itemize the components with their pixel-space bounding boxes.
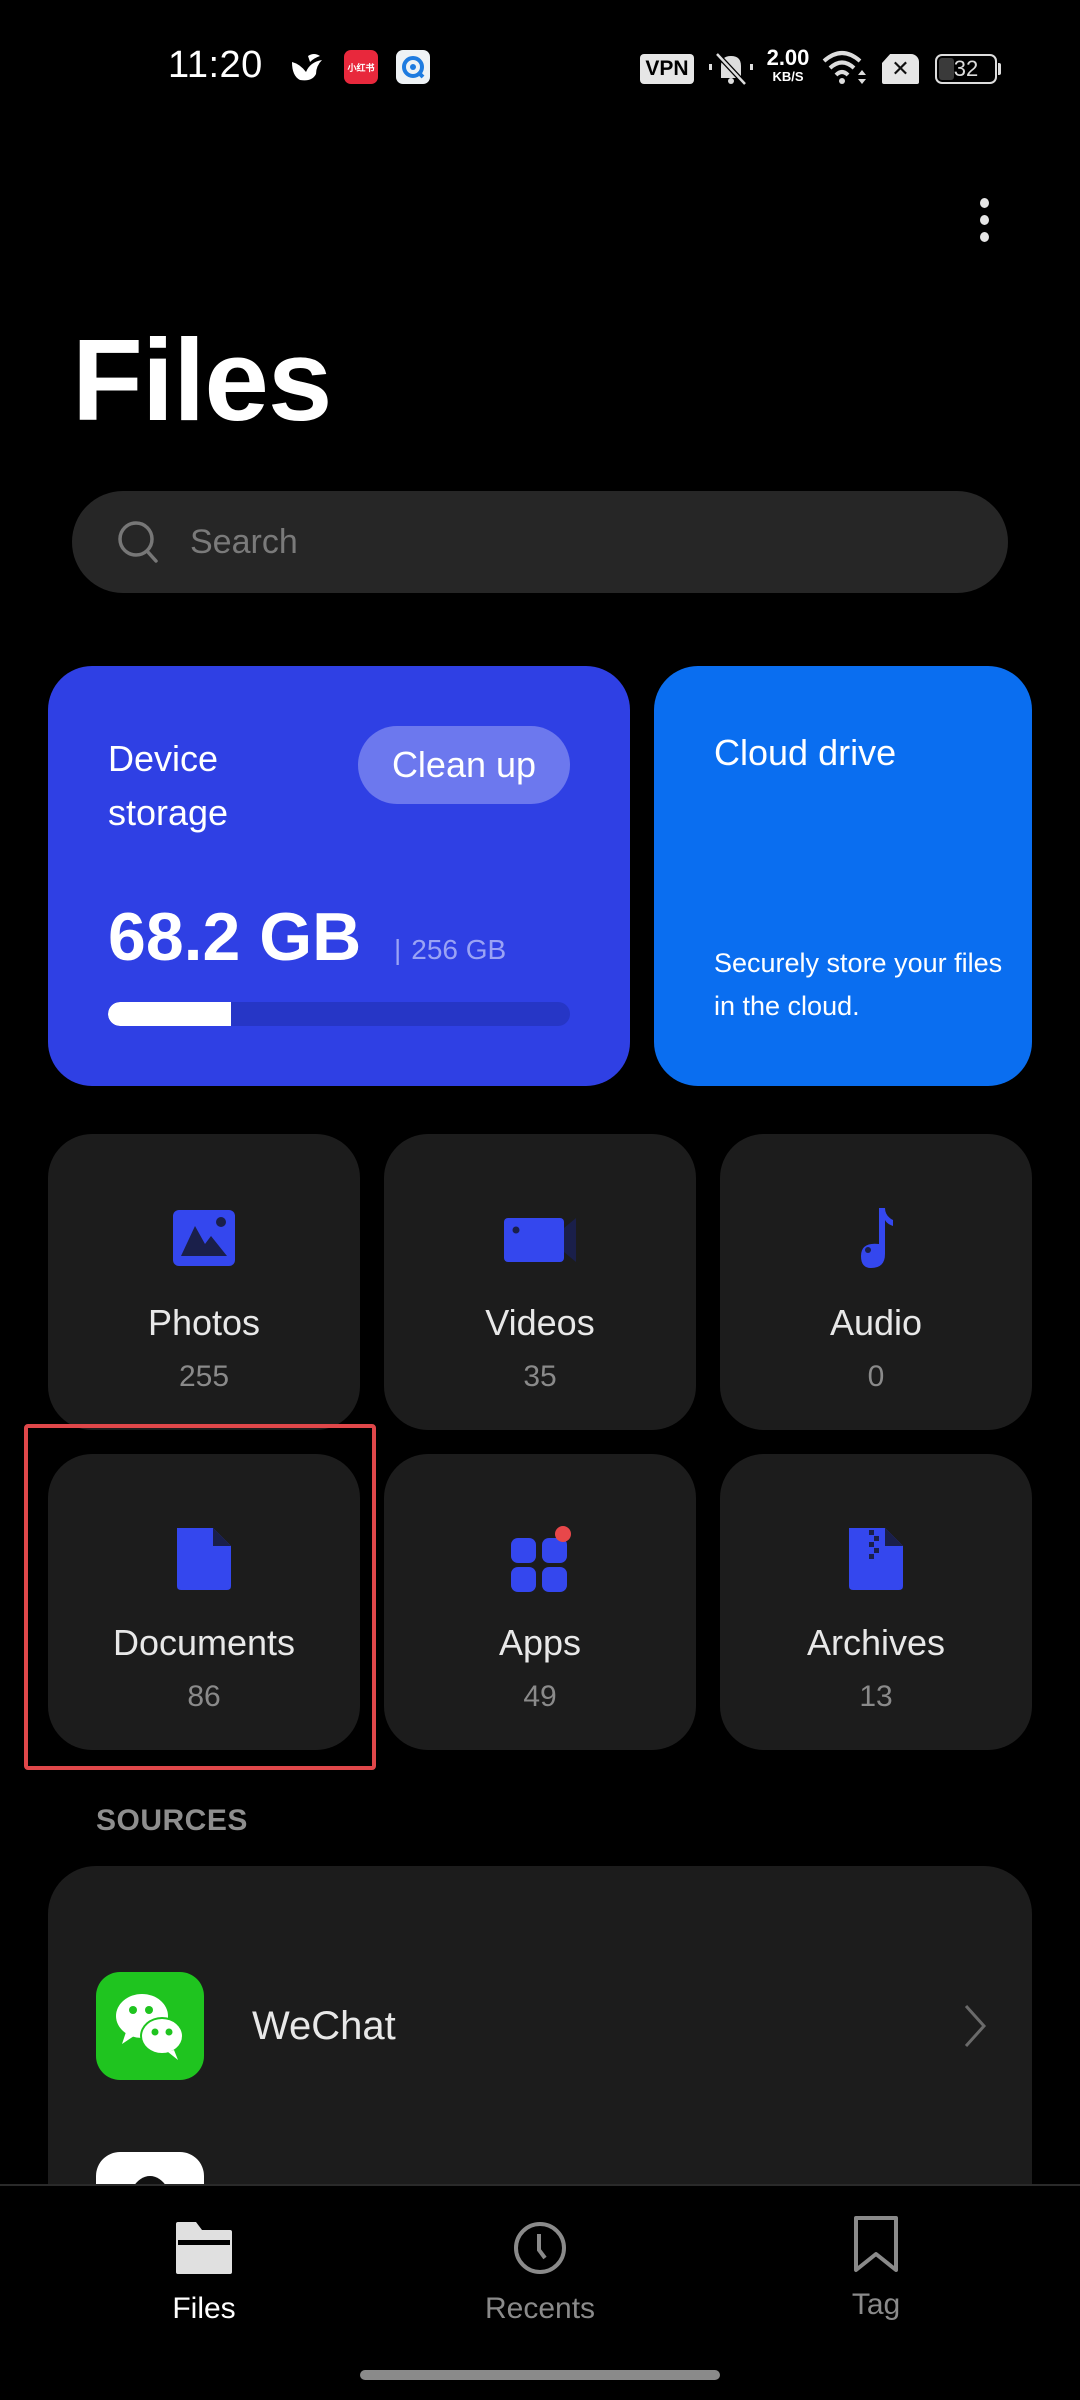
more-options-button[interactable] bbox=[966, 190, 1002, 250]
wifi-icon bbox=[822, 49, 868, 87]
cloud-drive-card[interactable]: Cloud drive Securely store your files in… bbox=[654, 666, 1032, 1086]
battery-tip bbox=[998, 63, 1001, 75]
archive-icon bbox=[849, 1528, 903, 1590]
storage-progress-bar bbox=[108, 1002, 570, 1026]
search-input[interactable] bbox=[190, 522, 890, 562]
device-storage-card[interactable]: Device storage Clean up 68.2 GB | 256 GB bbox=[48, 666, 630, 1086]
home-indicator[interactable] bbox=[360, 2370, 720, 2380]
category-apps[interactable]: Apps 49 bbox=[384, 1454, 696, 1750]
storage-progress-fill bbox=[108, 1002, 231, 1026]
storage-separator: | bbox=[394, 934, 402, 965]
q-message-icon bbox=[396, 50, 430, 84]
category-count: 35 bbox=[523, 1360, 557, 1393]
cloud-drive-title: Cloud drive bbox=[714, 732, 897, 773]
category-label: Videos bbox=[485, 1302, 595, 1343]
chevron-right-icon bbox=[964, 2004, 987, 2048]
category-archives[interactable]: Archives 13 bbox=[720, 1454, 1032, 1750]
category-label: Photos bbox=[147, 1302, 261, 1343]
folder-icon bbox=[176, 2222, 232, 2274]
search-icon bbox=[118, 521, 158, 563]
storage-used: 68.2 GB bbox=[108, 899, 362, 975]
source-name: WeChat bbox=[252, 2003, 396, 2048]
network-speed: 2.00 KB/S bbox=[766, 45, 810, 84]
status-bar: 11:20 小红书 VPN 2.00 KB/S ✕ 32 bbox=[0, 0, 1080, 140]
category-count: 13 bbox=[859, 1680, 893, 1713]
bookmark-icon bbox=[854, 2216, 898, 2272]
clean-up-button[interactable]: Clean up bbox=[358, 726, 570, 804]
nav-tab-recents[interactable]: Recents bbox=[440, 2186, 640, 2326]
video-icon bbox=[504, 1218, 576, 1262]
more-dot-icon bbox=[979, 198, 989, 208]
wechat-icon bbox=[96, 1972, 204, 2080]
document-icon bbox=[177, 1528, 231, 1590]
nav-tab-tag[interactable]: Tag bbox=[776, 2186, 976, 2326]
more-dot-icon bbox=[979, 232, 989, 242]
battery-icon: 32 bbox=[935, 54, 997, 84]
storage-total: 256 GB bbox=[411, 934, 507, 965]
clock-icon bbox=[514, 2222, 566, 2274]
category-count: 86 bbox=[187, 1680, 221, 1713]
nav-label: Tag bbox=[851, 2288, 901, 2321]
category-label: Audio bbox=[829, 1302, 923, 1343]
category-label: Archives bbox=[806, 1622, 946, 1663]
category-count: 49 bbox=[523, 1680, 557, 1713]
cloud-drive-description: Securely store your files in the cloud. bbox=[714, 948, 1003, 1021]
bottom-navigation: Files Recents Tag bbox=[0, 2184, 1080, 2400]
category-count: 0 bbox=[867, 1360, 885, 1393]
nav-label: Files bbox=[172, 2292, 236, 2325]
search-bar[interactable] bbox=[72, 491, 1008, 593]
apps-notification-badge bbox=[555, 1526, 571, 1542]
battery-fill bbox=[939, 58, 954, 80]
xiaohongshu-icon: 小红书 bbox=[344, 50, 378, 84]
vpn-icon: VPN bbox=[640, 54, 694, 84]
silent-bell-icon bbox=[707, 48, 755, 88]
nav-tab-files[interactable]: Files bbox=[104, 2186, 304, 2326]
more-dot-icon bbox=[979, 215, 989, 225]
category-photos[interactable]: Photos 255 bbox=[48, 1134, 360, 1430]
music-note-icon bbox=[861, 1208, 893, 1268]
sources-section-label: SOURCES bbox=[96, 1804, 248, 1837]
category-count: 255 bbox=[178, 1360, 230, 1393]
category-documents[interactable]: Documents 86 bbox=[48, 1454, 360, 1750]
no-sim-icon: ✕ bbox=[882, 54, 919, 84]
category-label: Apps bbox=[498, 1622, 582, 1663]
source-item-wechat[interactable]: WeChat bbox=[48, 1936, 1032, 2116]
device-storage-title: Device storage bbox=[108, 738, 229, 833]
category-label: Documents bbox=[112, 1622, 296, 1663]
storage-total-wrap: | 256 GB bbox=[394, 934, 506, 966]
category-audio[interactable]: Audio 0 bbox=[720, 1134, 1032, 1430]
category-videos[interactable]: Videos 35 bbox=[384, 1134, 696, 1430]
page-title: Files bbox=[72, 315, 332, 445]
status-time: 11:20 bbox=[168, 44, 263, 86]
nav-label: Recents bbox=[484, 2292, 596, 2325]
photo-icon bbox=[173, 1210, 235, 1266]
apps-icon bbox=[511, 1526, 571, 1592]
bird-app-icon bbox=[290, 50, 324, 84]
